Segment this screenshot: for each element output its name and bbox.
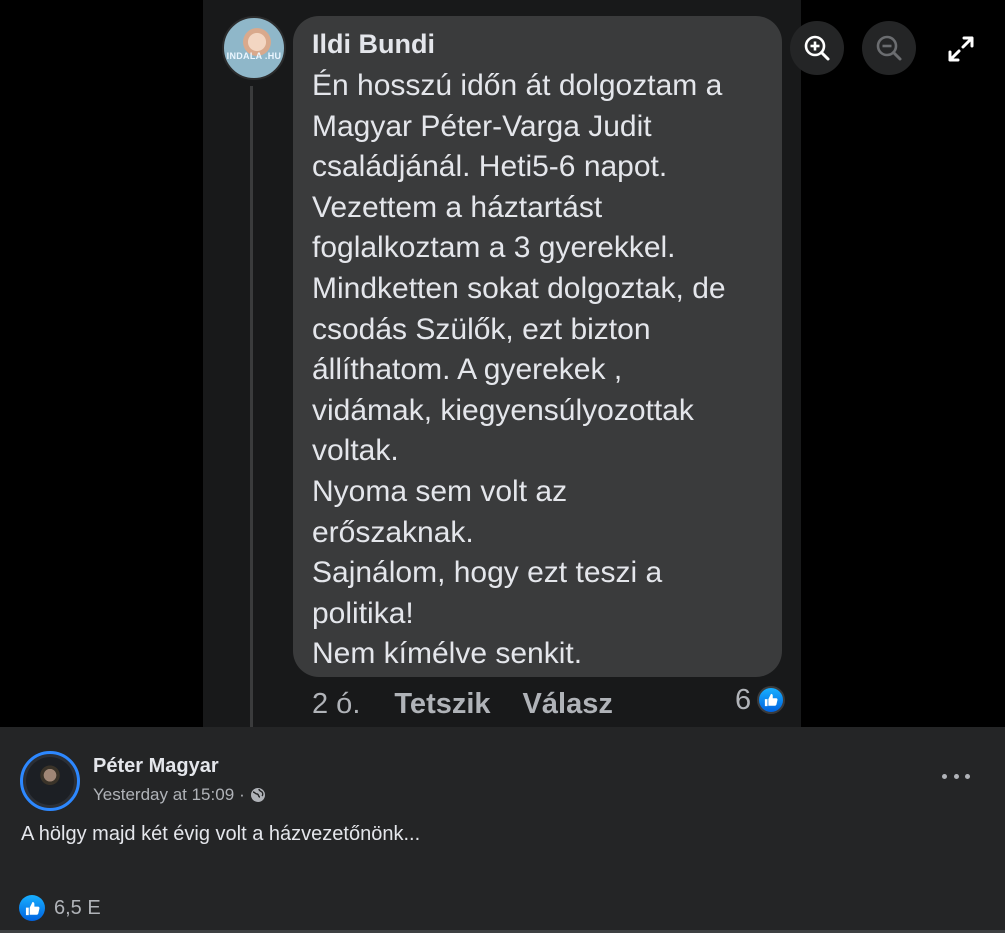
avatar-watermark: INDALA .HU bbox=[226, 51, 282, 61]
post-text: A hölgy majd két évig volt a házvezetőnö… bbox=[21, 823, 421, 845]
post-author-name[interactable]: Péter Magyar bbox=[93, 755, 219, 778]
post-reaction-count: 6,5 E bbox=[54, 896, 101, 919]
comment-reply-button[interactable]: Válasz bbox=[523, 688, 613, 721]
comment-like-button[interactable]: Tetszik bbox=[394, 688, 490, 721]
thumbs-up-icon bbox=[19, 895, 45, 921]
post-author-avatar[interactable] bbox=[20, 751, 80, 811]
comment-bubble: Ildi Bundi Én hosszú időn át dolgoztam a… bbox=[293, 16, 782, 677]
post-reactions[interactable]: 6,5 E bbox=[19, 895, 101, 921]
thumbs-up-icon bbox=[757, 686, 786, 714]
globe-icon[interactable] bbox=[250, 787, 266, 803]
commenter-avatar[interactable]: INDALA .HU bbox=[222, 16, 286, 80]
expand-button[interactable] bbox=[944, 32, 978, 66]
comment-reaction-count: 6 bbox=[735, 683, 752, 716]
comment-reactions[interactable]: 6 bbox=[735, 683, 786, 716]
zoom-in-icon bbox=[804, 35, 830, 61]
zoom-out-button[interactable] bbox=[862, 21, 916, 75]
expand-icon bbox=[948, 36, 974, 62]
meta-separator: · bbox=[239, 785, 245, 804]
comment-author[interactable]: Ildi Bundi bbox=[312, 29, 435, 60]
zoom-in-button[interactable] bbox=[790, 21, 844, 75]
post-meta: Yesterday at 15:09 · bbox=[93, 784, 266, 806]
comment-actions: 2 ó. Tetszik Válasz bbox=[312, 684, 613, 724]
comment-time[interactable]: 2 ó. bbox=[312, 688, 360, 721]
zoom-out-icon bbox=[876, 35, 902, 61]
reply-thread-line bbox=[250, 86, 253, 727]
comment-text: Én hosszú időn át dolgoztam a Magyar Pét… bbox=[312, 69, 726, 671]
more-options-icon[interactable] bbox=[942, 766, 970, 786]
post-timestamp[interactable]: Yesterday at 15:09 bbox=[93, 785, 234, 805]
